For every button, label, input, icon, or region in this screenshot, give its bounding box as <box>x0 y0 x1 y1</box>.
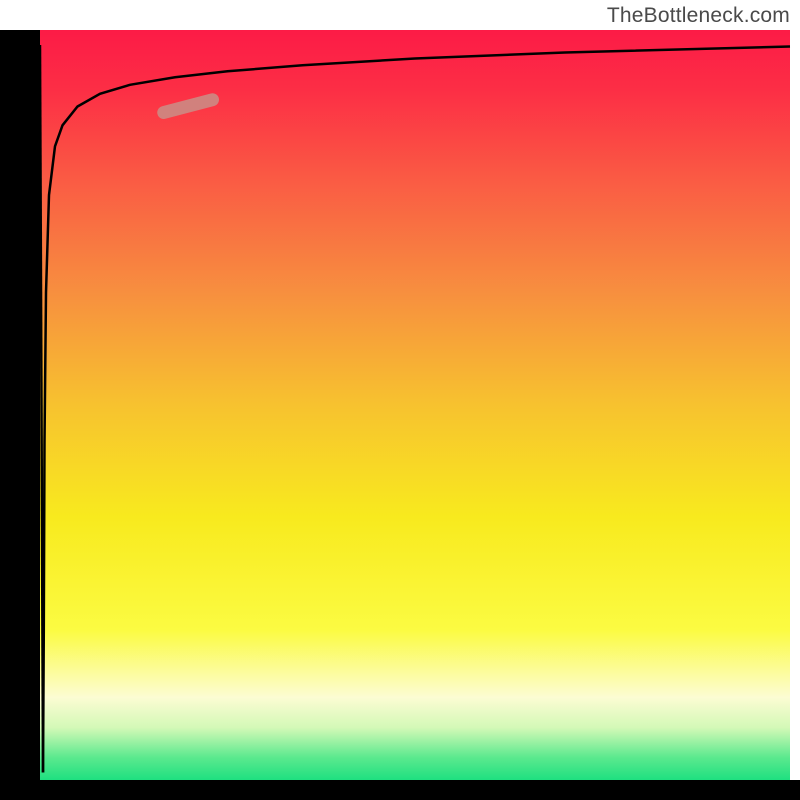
axis-bottom <box>0 780 800 800</box>
axis-left <box>0 30 40 800</box>
chart-container: TheBottleneck.com <box>0 0 800 800</box>
plot-background <box>40 30 790 780</box>
watermark-text: TheBottleneck.com <box>607 4 790 28</box>
chart-svg <box>0 0 800 800</box>
